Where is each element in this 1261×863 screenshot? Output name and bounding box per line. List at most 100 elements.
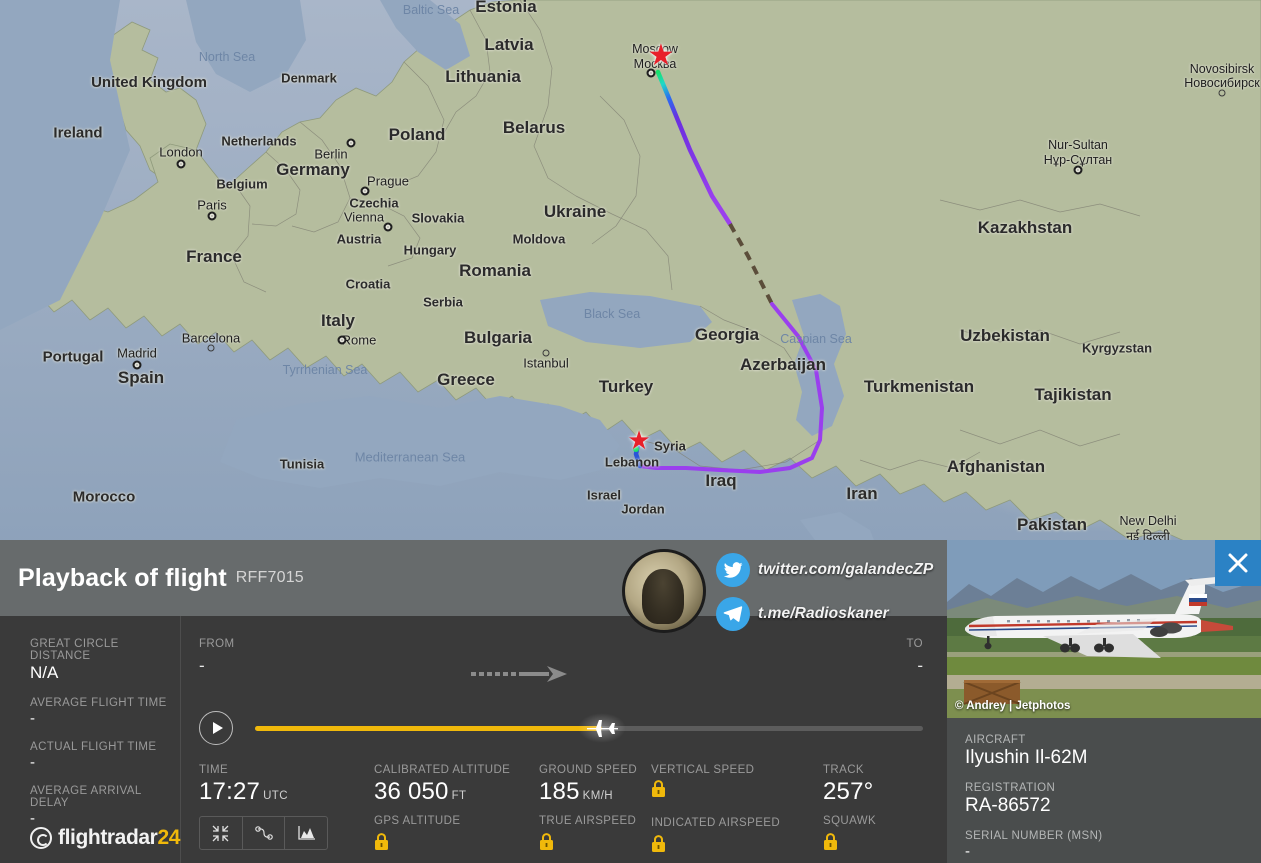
city-dot [383, 222, 393, 232]
lock-icon [651, 835, 666, 858]
syria-star-marker: ★ [627, 425, 651, 455]
route-path-icon [254, 826, 273, 840]
aircraft-photo[interactable]: © Andrey | Jetphotos [947, 540, 1261, 718]
lock-icon [539, 833, 554, 856]
page-title: Playback of flight [18, 563, 227, 592]
time-unit: UTC [263, 790, 288, 802]
photo-credit: © Andrey | Jetphotos [955, 700, 1071, 712]
great-circle-distance-value: N/A [30, 663, 59, 682]
calibrated-altitude-value-group: 36 050 FT [374, 778, 539, 806]
aircraft-sidebar: © Andrey | Jetphotos AIRCRAFT Ilyushin I… [947, 540, 1261, 863]
ground-speed-unit: KM/H [582, 790, 614, 802]
actual-flight-time-value: - [30, 754, 35, 771]
ground-speed-readout: GROUND SPEED 185 KM/H TRUE AIRSPEED [539, 764, 651, 858]
flightradar24-logo[interactable]: flightradar24 [30, 826, 180, 850]
calibrated-altitude-readout: CALIBRATED ALTITUDE 36 050 FT GPS ALTITUD… [374, 764, 539, 858]
map-geometry [0, 0, 1261, 560]
average-flight-time-value: - [30, 710, 35, 727]
true-airspeed-label: TRUE AIRSPEED [539, 815, 637, 827]
show-route-button[interactable] [243, 817, 286, 849]
track-readout: TRACK 257° SQUAWK [823, 764, 923, 858]
aircraft-photo-graphic [947, 540, 1261, 718]
airplane-icon [587, 720, 619, 737]
moscow-star-marker: ★ [647, 39, 675, 72]
city-dot [542, 349, 550, 357]
brand-name: flightradar24 [58, 826, 180, 850]
from-label: FROM [199, 638, 235, 650]
contract-arrows-icon [212, 825, 229, 841]
brand-name-part1: flightradar [58, 826, 158, 849]
playback-panel: Playback of flight RFF7015 GREAT CIRCLE … [0, 540, 947, 863]
ground-speed-value: 185 [539, 778, 580, 805]
time-readout: TIME 17:27 UTC [199, 764, 374, 858]
city-dot [1218, 89, 1226, 97]
time-value-group: 17:27 UTC [199, 778, 374, 806]
great-circle-distance-label: GREAT CIRCLE DISTANCE [30, 638, 119, 662]
fit-to-screen-button[interactable] [200, 817, 243, 849]
average-arrival-delay-label: AVERAGE ARRIVAL DELAY [30, 785, 142, 809]
map-tool-buttons [199, 816, 328, 850]
to-value: - [917, 656, 923, 675]
slider-progress [255, 726, 603, 731]
average-flight-time-label: AVERAGE FLIGHT TIME [30, 697, 167, 709]
ground-speed-label: GROUND SPEED [539, 764, 638, 776]
route-destination: TO - [803, 638, 923, 676]
time-value: 17:27 [199, 778, 261, 805]
close-icon [1228, 553, 1248, 573]
city-dot [207, 211, 217, 221]
from-value: - [199, 656, 205, 675]
route-origin: FROM - [199, 638, 319, 676]
lock-icon [374, 833, 389, 856]
playback-controls-column: FROM - TO - TIME 17:27 UTC CALIBRATED AL… [181, 616, 947, 863]
panel-header: Playback of flight RFF7015 [0, 540, 947, 616]
flight-map[interactable]: Baltic Sea North Sea Black Sea Caspian S… [0, 0, 1261, 600]
playback-slider[interactable] [255, 711, 923, 745]
city-dot [337, 335, 347, 345]
show-chart-button[interactable] [285, 817, 327, 849]
serial-number-label: SERIAL NUMBER (MSN) [965, 830, 1103, 842]
play-icon [212, 722, 223, 734]
vertical-speed-readout: VERTICAL SPEED INDICATED AIRSPEED [651, 764, 823, 858]
flight-number: RFF7015 [235, 569, 304, 586]
calibrated-altitude-label: CALIBRATED ALTITUDE [374, 764, 511, 776]
brand-name-part2: 24 [157, 826, 181, 849]
vertical-speed-value [651, 780, 823, 803]
aircraft-value: Ilyushin Il-62M [965, 747, 1088, 768]
playback-row [181, 700, 947, 756]
indicated-airspeed-label: INDICATED AIRSPEED [651, 817, 781, 829]
registration-value: RA-86572 [965, 795, 1051, 816]
city-dot [346, 138, 356, 148]
route-arrow-icon [471, 666, 567, 682]
route-summary: FROM - TO - [181, 638, 947, 700]
registration-label: REGISTRATION [965, 782, 1056, 794]
vertical-speed-label: VERTICAL SPEED [651, 764, 755, 776]
serial-number-value: - [965, 843, 970, 860]
lock-icon [652, 780, 665, 797]
track-label: TRACK [823, 764, 864, 776]
to-label: TO [906, 638, 923, 650]
average-arrival-delay-value: - [30, 810, 35, 827]
play-button[interactable] [199, 711, 233, 745]
panel-body: GREAT CIRCLE DISTANCE N/A AVERAGE FLIGHT… [0, 616, 947, 863]
city-dot [207, 344, 215, 352]
lock-icon [823, 833, 838, 856]
city-dot [176, 159, 186, 169]
squawk-label: SQUAWK [823, 815, 877, 827]
flight-stats-column: GREAT CIRCLE DISTANCE N/A AVERAGE FLIGHT… [0, 616, 181, 863]
city-dot [1073, 165, 1083, 175]
actual-flight-time-label: ACTUAL FLIGHT TIME [30, 741, 157, 753]
radar-logo-icon [30, 827, 52, 849]
close-button[interactable] [1215, 540, 1261, 586]
aircraft-label: AIRCRAFT [965, 734, 1026, 746]
track-value: 257° [823, 778, 874, 805]
area-chart-icon [298, 826, 315, 840]
time-label: TIME [199, 764, 229, 776]
city-dot [132, 360, 142, 370]
calibrated-altitude-unit: FT [451, 790, 467, 802]
city-dot [360, 186, 370, 196]
telemetry-readouts: TIME 17:27 UTC CALIBRATED ALTITUDE 36 05… [181, 756, 947, 858]
slider-thumb[interactable] [578, 713, 627, 743]
gps-altitude-label: GPS ALTITUDE [374, 815, 461, 827]
calibrated-altitude-value: 36 050 [374, 778, 449, 805]
aircraft-details: AIRCRAFT Ilyushin Il-62M REGISTRATION RA… [947, 718, 1261, 860]
